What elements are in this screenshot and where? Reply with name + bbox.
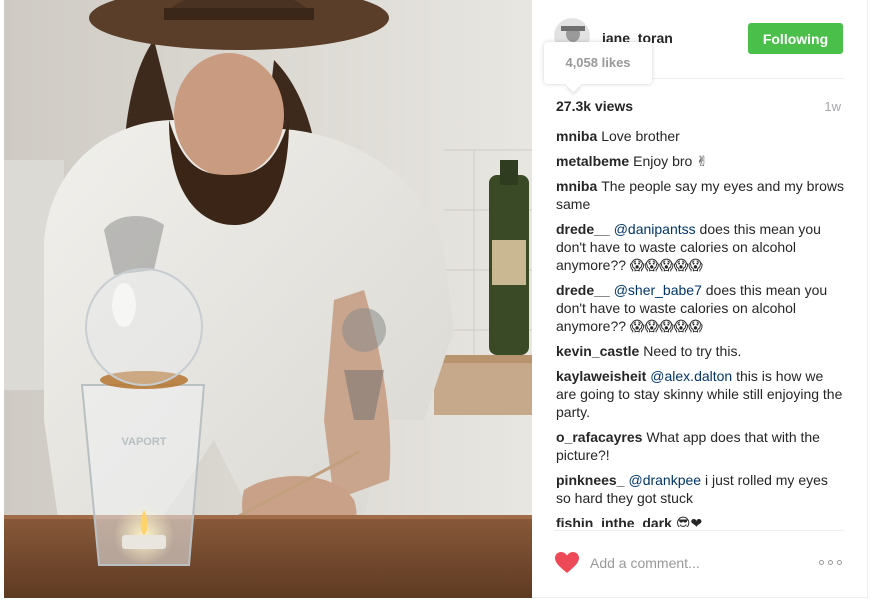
comment-item: metalbeme Enjoy bro ✌ bbox=[556, 152, 846, 170]
comment-author[interactable]: kaylaweisheit bbox=[556, 368, 646, 384]
comment-text: The people say my eyes and my brows same bbox=[556, 178, 845, 212]
comment-author[interactable]: drede__ bbox=[556, 282, 610, 298]
heart-icon[interactable] bbox=[554, 551, 580, 575]
comment-list[interactable]: mniba Love brother metalbeme Enjoy bro ✌ m… bbox=[556, 127, 846, 527]
ellipsis-dot bbox=[837, 560, 842, 565]
comment-item: drede__ @sher_babe7 does this mean you do… bbox=[556, 281, 846, 335]
following-button[interactable]: Following bbox=[748, 23, 843, 54]
comment-input[interactable] bbox=[590, 552, 800, 574]
comment-text: Need to try this. bbox=[643, 343, 742, 359]
comment-text: Enjoy bro ✌ bbox=[633, 153, 708, 169]
ellipsis-icon[interactable] bbox=[819, 556, 845, 568]
likes-tooltip: 4,058 likes bbox=[544, 42, 652, 84]
comment-text: 😎❤ bbox=[675, 515, 703, 527]
comment-author[interactable]: mniba bbox=[556, 128, 597, 144]
comment-text: Love brother bbox=[601, 128, 680, 144]
view-count[interactable]: 27.3k views bbox=[556, 98, 633, 114]
comment-item: kaylaweisheit @alex.dalton this is how we… bbox=[556, 367, 846, 421]
comment-author[interactable]: fishin_inthe_dark bbox=[556, 515, 672, 527]
comment-item: mniba The people say my eyes and my brows… bbox=[556, 177, 846, 213]
comment-mention[interactable]: @sher_babe7 bbox=[614, 282, 702, 298]
comment-author[interactable]: kevin_castle bbox=[556, 343, 639, 359]
comment-author[interactable]: drede__ bbox=[556, 221, 610, 237]
comment-author[interactable]: mniba bbox=[556, 178, 597, 194]
comment-item: mniba Love brother bbox=[556, 127, 846, 145]
ellipsis-dot bbox=[819, 560, 824, 565]
comment-mention[interactable]: @drankpee bbox=[628, 472, 701, 488]
comment-item: o_rafacayres What app does that with the … bbox=[556, 428, 846, 464]
footer-divider bbox=[554, 530, 844, 531]
post-modal: VAPORT jane_toran Following 4,058 likes … bbox=[0, 0, 872, 602]
post-photo[interactable]: VAPORT bbox=[4, 0, 532, 598]
comment-item: pinknees_ @drankpee i just rolled my eyes… bbox=[556, 471, 846, 507]
comment-author[interactable]: o_rafacayres bbox=[556, 429, 642, 445]
comment-mention[interactable]: @alex.dalton bbox=[650, 368, 732, 384]
comment-item: drede__ @danipantss does this mean you do… bbox=[556, 220, 846, 274]
comment-author[interactable]: pinknees_ bbox=[556, 472, 624, 488]
comment-author[interactable]: metalbeme bbox=[556, 153, 629, 169]
comment-mention[interactable]: @danipantss bbox=[614, 221, 696, 237]
comment-item: kevin_castle Need to try this. bbox=[556, 342, 846, 360]
post-age[interactable]: 1w bbox=[824, 99, 841, 114]
glass-brand-text: VAPORT bbox=[121, 436, 166, 448]
post-sidebar: jane_toran Following 4,058 likes 27.3k v… bbox=[532, 0, 868, 598]
ellipsis-dot bbox=[828, 560, 833, 565]
photo-illustration: VAPORT bbox=[4, 0, 532, 598]
comment-item: fishin_inthe_dark 😎❤ bbox=[556, 514, 846, 527]
